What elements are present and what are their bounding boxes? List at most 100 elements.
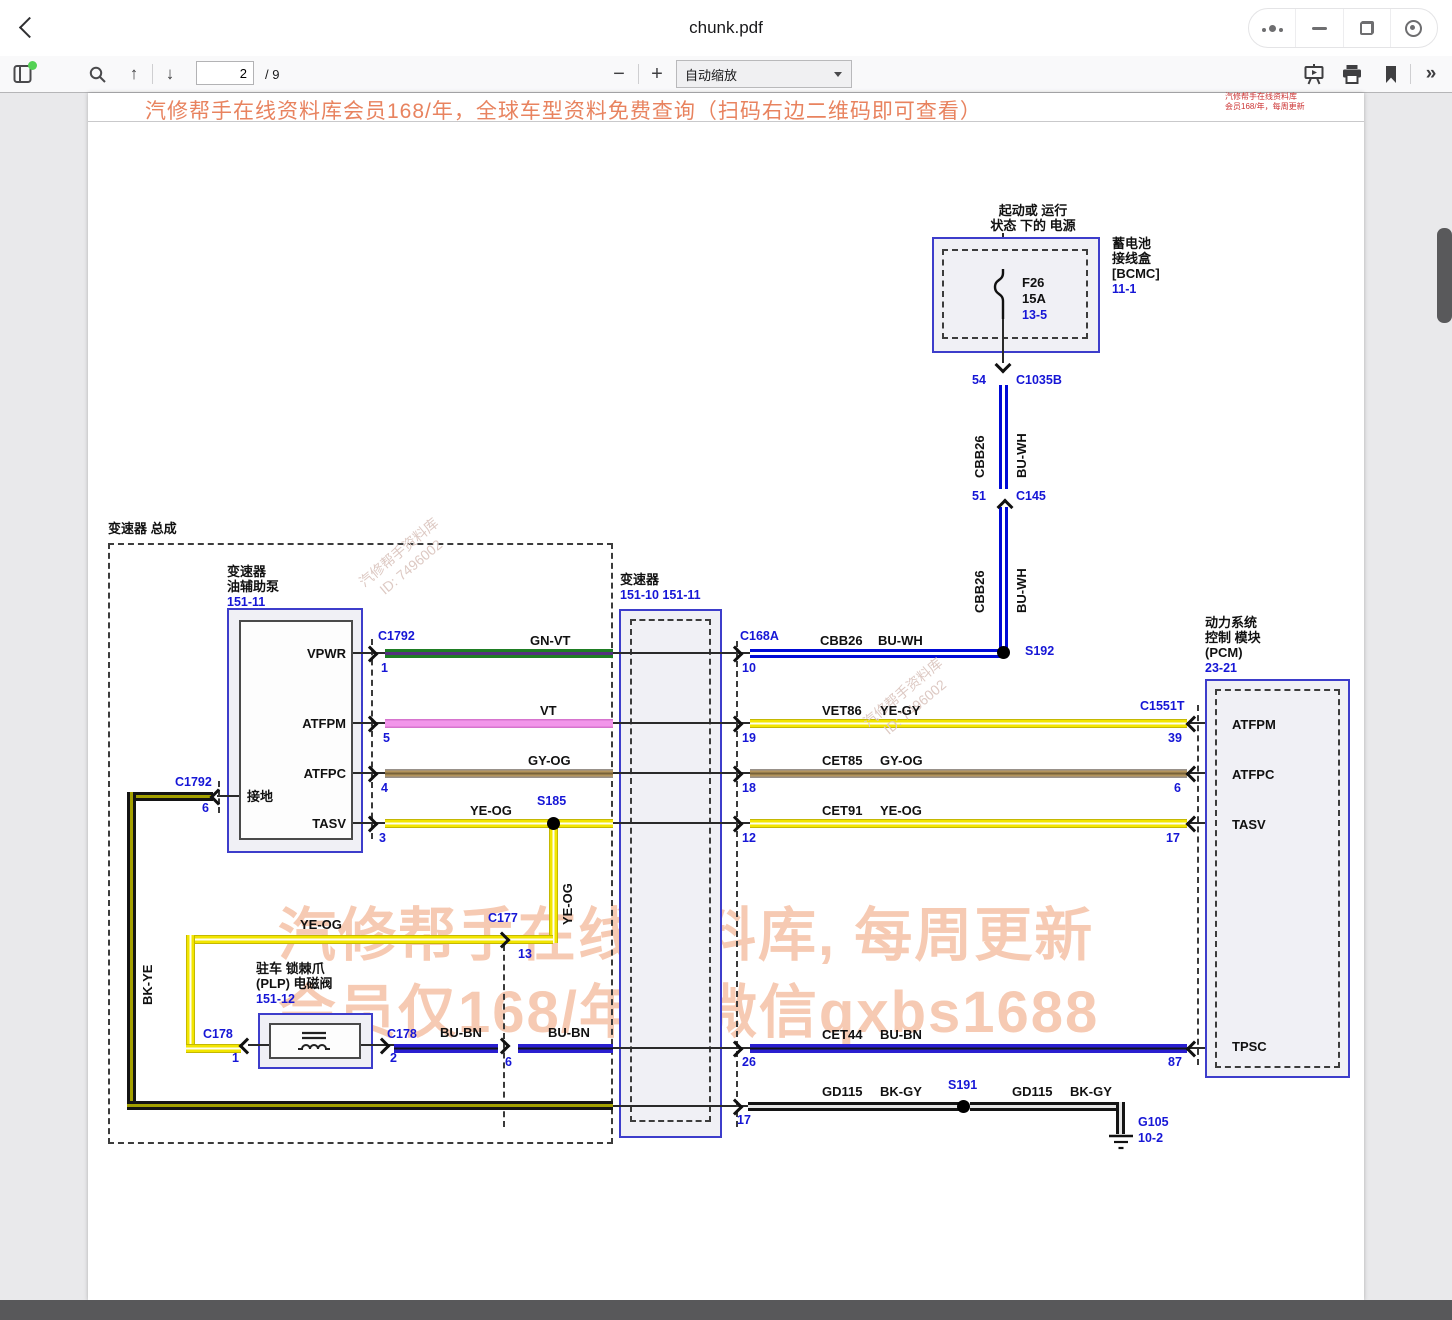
- inline-connector-pages: 151-10 151-11: [620, 588, 701, 602]
- more-options-icon[interactable]: [1249, 9, 1295, 47]
- pin-number: 10: [742, 661, 756, 675]
- wire-color-label: VT: [540, 703, 557, 718]
- wire-bk-ye: [127, 1101, 613, 1110]
- print-icon[interactable]: [1338, 56, 1366, 92]
- arrow-left-icon: [1186, 716, 1203, 733]
- splice-label: S185: [537, 794, 566, 808]
- watermark-diagonal: 汽修帮手资料库ID: 7496002: [859, 654, 958, 746]
- pin-number: 5: [383, 731, 390, 745]
- zoom-mode-dropdown[interactable]: 自动缩放: [676, 60, 852, 88]
- pcm-name: 动力系统控制 模块(PCM): [1205, 615, 1261, 660]
- wire-color-label: GN-VT: [530, 633, 570, 648]
- pin-number: 54: [972, 373, 986, 387]
- arrow-left-icon: [1186, 766, 1203, 783]
- circuit-label: CET44: [822, 1027, 862, 1042]
- pump-pin-atfpm: ATFPM: [271, 716, 346, 731]
- pump-pin-tasv: TASV: [271, 816, 346, 831]
- connector-dashed-line: [1197, 705, 1199, 1065]
- connector-label: C168A: [740, 629, 779, 643]
- pcm-pin-atfpc: ATFPC: [1232, 767, 1274, 782]
- arrow-down-icon: [995, 357, 1012, 374]
- circuit-label: CBB26: [972, 398, 987, 478]
- wire-color-label: BK-GY: [1070, 1084, 1112, 1099]
- wire-color-label: BK-GY: [880, 1084, 922, 1099]
- connector-label: C1792: [175, 775, 212, 789]
- splice-label: S192: [1025, 644, 1054, 658]
- wire-cet85-gy-og: [750, 769, 1187, 778]
- solenoid-icon: [286, 1026, 342, 1056]
- pin-number: 13: [518, 947, 532, 961]
- scrollbar-thumb[interactable]: [1437, 228, 1452, 323]
- ground-icon: [1108, 1134, 1134, 1151]
- wire-color-label: YE-OG: [300, 917, 342, 932]
- splice-label: S191: [948, 1078, 977, 1092]
- pin-number: 19: [742, 731, 756, 745]
- toolbar-divider: [152, 64, 153, 84]
- bookmark-icon[interactable]: [1379, 56, 1403, 92]
- wire-color-label: BU-BN: [548, 1025, 590, 1040]
- wire-color-label: BU-WH: [878, 633, 923, 648]
- wire-color-label: BU-WH: [1014, 533, 1029, 613]
- pump-page-ref: 151-11: [227, 595, 265, 609]
- pcm-page-ref: 23-21: [1205, 661, 1237, 675]
- close-record-icon[interactable]: [1390, 9, 1437, 47]
- fuse-page-ref: 13-5: [1022, 308, 1047, 322]
- bcmc-inner-dashed: [942, 249, 1088, 339]
- bcmc-page-ref: 11-1: [1112, 282, 1136, 296]
- chevron-down-icon: [834, 72, 842, 77]
- wire-color-label: YE-OG: [880, 803, 922, 818]
- sidebar-toggle-icon[interactable]: [8, 56, 38, 92]
- zoom-mode-value: 自动缩放: [685, 65, 737, 84]
- pdf-viewer-window: chunk.pdf ↑ ↓ / 9 − + 自动缩放: [0, 0, 1452, 1320]
- wire-cbb26-bu-wh: [999, 507, 1008, 652]
- pin-number: 12: [742, 831, 756, 845]
- previous-page-icon[interactable]: ↑: [122, 56, 146, 92]
- wire-color-label: BU-BN: [440, 1025, 482, 1040]
- connector-label: C1035B: [1016, 373, 1062, 387]
- connector-label: C178: [203, 1027, 233, 1041]
- page-number-input[interactable]: [196, 61, 254, 85]
- arrow-right-icon: [727, 766, 744, 783]
- more-tools-icon[interactable]: »: [1416, 56, 1446, 92]
- ground-label: G105: [1138, 1115, 1169, 1129]
- circuit-label: CET91: [822, 803, 862, 818]
- wire-color-label: GY-OG: [528, 753, 571, 768]
- zoom-out-icon[interactable]: −: [606, 56, 632, 92]
- wire-color-label: BU-WH: [1014, 398, 1029, 478]
- wire-bk-ye: [127, 792, 136, 1110]
- wire-gd115-bk-gy: [1116, 1102, 1125, 1134]
- circuit-label: CBB26: [972, 533, 987, 613]
- presentation-mode-icon[interactable]: [1300, 56, 1328, 92]
- ground-page-ref: 10-2: [1138, 1131, 1163, 1145]
- pump-pin-vpwr: VPWR: [271, 646, 346, 661]
- wire-ye-og: [549, 823, 558, 943]
- plp-name: 驻车 锁棘爪(PLP) 电磁阀: [256, 961, 333, 991]
- document-title: chunk.pdf: [0, 0, 1452, 56]
- page-gap-bar: [0, 1300, 1452, 1320]
- connector-label: C1551T: [1140, 699, 1184, 713]
- ad-banner-side-text: 汽修帮手在线资料库会员168/年，每周更新: [1225, 92, 1305, 112]
- search-icon[interactable]: [84, 56, 110, 92]
- splice-s185: [547, 817, 560, 830]
- viewer-area: 汽修帮手在线资料库会员168/年，全球车型资料免费查询（扫码右边二维码即可查看）…: [0, 93, 1452, 1320]
- pin-number: 18: [742, 781, 756, 795]
- bcmc-box: [932, 237, 1100, 353]
- zoom-in-icon[interactable]: +: [644, 56, 670, 92]
- wire-cet91-ye-og: [750, 819, 1187, 828]
- minimize-icon[interactable]: [1295, 9, 1342, 47]
- ad-banner-text: 汽修帮手在线资料库会员168/年，全球车型资料免费查询（扫码右边二维码即可查看）: [145, 95, 982, 125]
- wire-color-label: BK-YE: [140, 945, 155, 1005]
- ad-banner: 汽修帮手在线资料库会员168/年，全球车型资料免费查询（扫码右边二维码即可查看）…: [88, 93, 1364, 122]
- circuit-label: VET86: [822, 703, 862, 718]
- pdf-page: 汽修帮手在线资料库会员168/年，全球车型资料免费查询（扫码右边二维码即可查看）…: [88, 93, 1364, 1301]
- next-page-icon[interactable]: ↓: [158, 56, 182, 92]
- connector-label: C145: [1016, 489, 1046, 503]
- arrow-right-icon: [727, 646, 744, 663]
- wire-color-label: YE-GY: [880, 703, 920, 718]
- pin-number: 17: [1166, 831, 1180, 845]
- circuit-label: GD115: [822, 1084, 862, 1099]
- plp-page-ref: 151-12: [256, 992, 295, 1006]
- wire-cbb26-bu-wh: [999, 385, 1008, 489]
- restore-window-icon[interactable]: [1343, 9, 1390, 47]
- inline-connector-box: [619, 609, 722, 1138]
